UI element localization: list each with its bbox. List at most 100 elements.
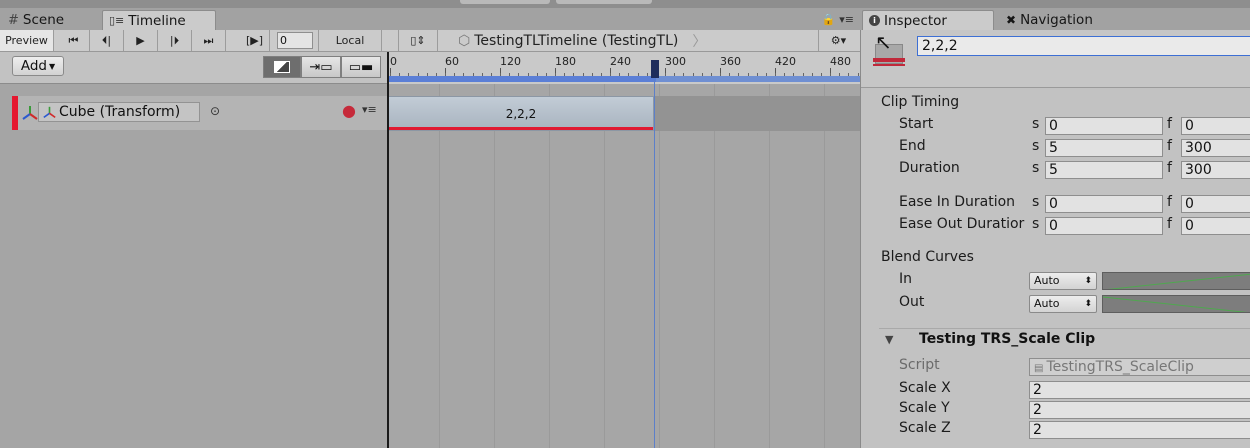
lock-icon[interactable]: 🔒 (822, 13, 836, 26)
timing-label: End (899, 138, 926, 154)
timing-frames-input[interactable]: 300 (1181, 161, 1250, 179)
timeline-tab-bar: # Scene ▯≡ Timeline 🔒 ▾≡ (0, 8, 860, 30)
seconds-unit: s (1032, 194, 1040, 210)
scale-input[interactable]: 2 (1029, 421, 1250, 439)
timing-label: Start (899, 116, 934, 132)
end-line (654, 80, 655, 448)
timing-frames-input[interactable]: 300 (1181, 139, 1250, 157)
breadcrumb[interactable]: ⬡ TestingTLTimeline (TestingTL) 〉 (450, 30, 714, 51)
timing-label: Ease Out Duratior (899, 216, 1025, 232)
scale-input[interactable]: 2 (1029, 381, 1250, 399)
timing-seconds-input[interactable]: 0 (1045, 195, 1163, 213)
play-icon[interactable]: ▶ (124, 30, 158, 51)
window-top-strip (0, 0, 1250, 8)
tab-options[interactable]: 🔒 ▾≡ (822, 13, 854, 26)
chevron-right-icon: 〉 (692, 33, 707, 50)
blend-out-label: Out (899, 294, 925, 310)
play-range-icon[interactable]: [▶] (240, 30, 270, 51)
scale-label: Scale Y (899, 400, 950, 416)
object-picker-icon[interactable]: ⊙ (210, 104, 220, 118)
record-icon[interactable]: ● (342, 101, 356, 120)
track-controls: Add ▼ ⇥▭ ▭▬ (0, 52, 388, 84)
ruler-tick-label: 480 (830, 55, 851, 68)
grid-icon: # (8, 12, 19, 28)
timeline-clip[interactable]: 2,2,2 (388, 96, 654, 131)
tab-inspector[interactable]: i Inspector (862, 10, 994, 30)
grid-line (824, 84, 825, 448)
track-row[interactable]: Cube (Transform) ⊙ ● ▾≡ (12, 96, 388, 130)
timing-seconds-input[interactable]: 5 (1045, 161, 1163, 179)
clip-name-input[interactable]: 2,2,2 (917, 36, 1250, 56)
scale-input[interactable]: 2 (1029, 401, 1250, 419)
menu-icon[interactable]: ▾≡ (839, 13, 854, 26)
tab-navigation[interactable]: ✖ Navigation (1000, 10, 1099, 30)
transform-icon (43, 106, 56, 118)
scale-label: Scale Z (899, 420, 951, 436)
timeline-tracks-area[interactable]: 2,2,2 (388, 84, 860, 448)
ripple-button[interactable]: ▭▬ (341, 56, 381, 78)
blend-out-curve[interactable] (1102, 295, 1250, 313)
previous-frame-icon[interactable]: ⏴| (90, 30, 124, 51)
script-file-icon: ▤ (1034, 363, 1044, 374)
add-button[interactable]: Add ▼ (12, 56, 64, 76)
frames-unit: f (1167, 160, 1172, 176)
stepper-icon: ⬍ (1084, 299, 1092, 309)
ruler-tick-label: 300 (665, 55, 686, 68)
grid-line (494, 84, 495, 448)
track-binding-field[interactable]: Cube (Transform) (38, 102, 200, 122)
info-icon: i (869, 15, 880, 26)
seconds-unit: s (1032, 116, 1040, 132)
blend-in-mode-select[interactable]: Auto ⬍ (1029, 272, 1097, 290)
ruler-tick-label: 120 (500, 55, 521, 68)
timeline-icon: ▯≡ (109, 14, 125, 27)
playhead-line[interactable] (387, 52, 389, 448)
blend-in-label: In (899, 271, 913, 287)
blend-out-mode-select[interactable]: Auto ⬍ (1029, 295, 1097, 313)
clip-range-highlight (388, 76, 656, 82)
time-ruler[interactable]: 0 60 120 180 240 300 360 420 480 (388, 52, 860, 84)
next-frame-icon[interactable]: |⏵ (158, 30, 192, 51)
track-row-background (654, 96, 860, 131)
blend-out-curve-graph (1103, 296, 1248, 312)
ripple-icon: ▭▬ (348, 59, 374, 75)
inspector-panel: 2,2,2 ↖ Clip Timing Start s 0 f 0 End s 5 f 300 Du… (860, 30, 1250, 448)
go-to-start-icon[interactable]: ⏮ (58, 30, 90, 51)
snap-icon: ⇥▭ (309, 59, 333, 75)
transform-axis-icon (22, 106, 38, 120)
grid-line (769, 84, 770, 448)
tab-timeline[interactable]: ▯≡ Timeline (102, 10, 216, 30)
timing-seconds-input[interactable]: 0 (1045, 217, 1163, 235)
grid-line (549, 84, 550, 448)
frames-unit: f (1167, 194, 1172, 210)
scale-label: Scale X (899, 380, 951, 396)
tab-scene[interactable]: # Scene (2, 10, 70, 30)
timeline-toolbar: Preview ⏮ ⏴| ▶ |⏵ ⏭ [▶] 0 Local ▯⇕ ⬡ Tes… (0, 30, 860, 52)
snap-clip-button[interactable]: ⇥▭ (301, 56, 341, 78)
clip-underline (389, 127, 653, 130)
inspector-header: 2,2,2 ↖ (861, 30, 1250, 88)
foldout-arrow-icon[interactable]: ▼ (885, 333, 893, 346)
timing-seconds-input[interactable]: 5 (1045, 139, 1163, 157)
grid-line (659, 84, 660, 448)
local-button[interactable]: Local (318, 30, 382, 51)
timing-frames-input[interactable]: 0 (1181, 117, 1250, 135)
timing-seconds-input[interactable]: 0 (1045, 117, 1163, 135)
go-to-end-icon[interactable]: ⏭ (192, 30, 226, 51)
preview-button[interactable]: Preview (0, 30, 54, 51)
end-marker[interactable] (651, 60, 659, 78)
timeline-selector-icon[interactable]: ▯⇕ (398, 30, 438, 51)
grid-line (439, 84, 440, 448)
timing-frames-input[interactable]: 0 (1181, 217, 1250, 235)
frame-input[interactable]: 0 (277, 32, 313, 49)
curves-toggle-button[interactable] (263, 56, 301, 78)
ruler-tick-label: 0 (390, 55, 397, 68)
blend-in-curve[interactable] (1102, 272, 1250, 290)
clip-section-header[interactable]: ▼ Testing TRS_Scale Clip (879, 328, 1250, 352)
settings-gear-icon[interactable]: ⚙▾ (818, 30, 858, 51)
timing-frames-input[interactable]: 0 (1181, 195, 1250, 213)
ruler-tick-label: 180 (555, 55, 576, 68)
frames-unit: f (1167, 138, 1172, 154)
ruler-tick-label: 60 (445, 55, 459, 68)
track-menu-icon[interactable]: ▾≡ (362, 103, 377, 116)
cube-icon: ⬡ (458, 32, 471, 49)
